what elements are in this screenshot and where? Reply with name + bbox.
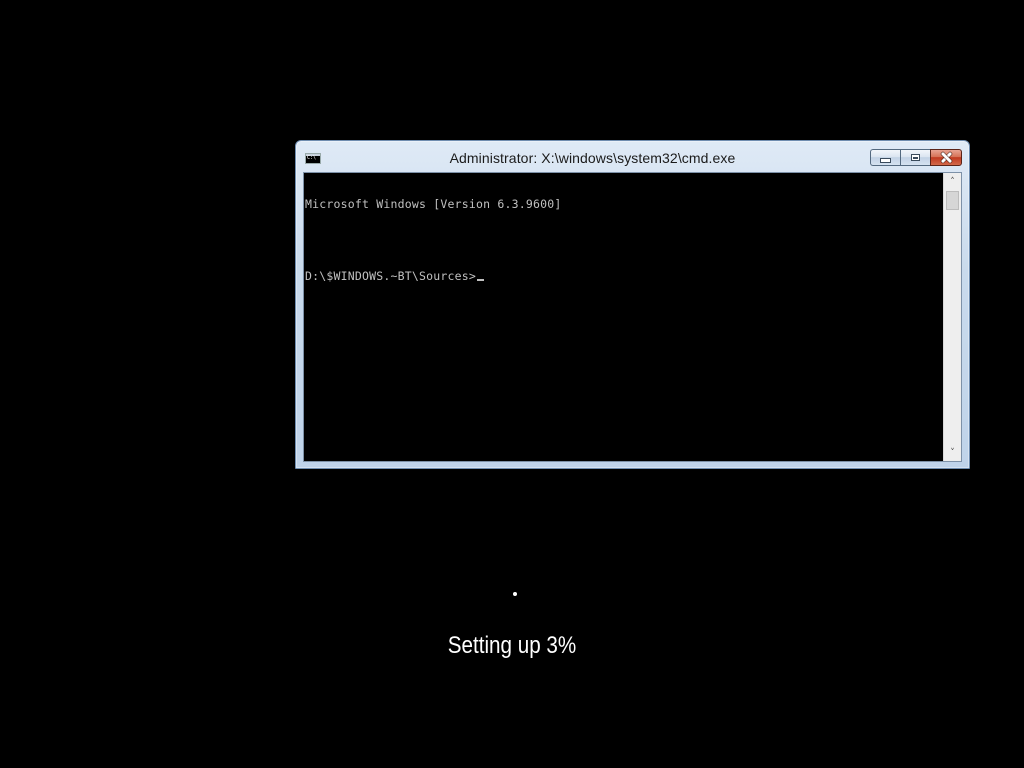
progress-spinner-dot — [513, 592, 517, 596]
scroll-thumb[interactable] — [946, 191, 959, 210]
console-line-version: Microsoft Windows [Version 6.3.9600] — [305, 197, 562, 211]
close-icon — [941, 152, 952, 163]
maximize-icon — [911, 154, 920, 161]
scroll-up-arrow-icon[interactable]: ˄ — [944, 173, 961, 190]
title-bar[interactable]: Administrator: X:\windows\system32\cmd.e… — [296, 141, 969, 172]
window-title: Administrator: X:\windows\system32\cmd.e… — [449, 150, 736, 166]
caption-buttons — [870, 149, 962, 168]
scroll-down-arrow-icon[interactable]: ˅ — [944, 444, 961, 461]
console-text[interactable]: Microsoft Windows [Version 6.3.9600] D:\… — [305, 174, 942, 460]
command-prompt-window[interactable]: Administrator: X:\windows\system32\cmd.e… — [295, 140, 970, 469]
console-output[interactable]: Microsoft Windows [Version 6.3.9600] D:\… — [303, 172, 962, 462]
setup-status-text: Setting up 3% — [447, 632, 577, 659]
setup-screen: Administrator: X:\windows\system32\cmd.e… — [0, 0, 1024, 768]
command-prompt: D:\$WINDOWS.~BT\Sources> — [305, 269, 476, 283]
close-button[interactable] — [930, 149, 962, 166]
console-line-blank — [305, 234, 942, 246]
console-line-prompt: D:\$WINDOWS.~BT\Sources> — [305, 270, 942, 282]
minimize-icon — [880, 158, 891, 163]
minimize-button[interactable] — [870, 149, 900, 166]
maximize-button[interactable] — [900, 149, 930, 166]
vertical-scrollbar[interactable]: ˄ ˅ — [943, 173, 961, 461]
text-cursor — [476, 279, 484, 281]
